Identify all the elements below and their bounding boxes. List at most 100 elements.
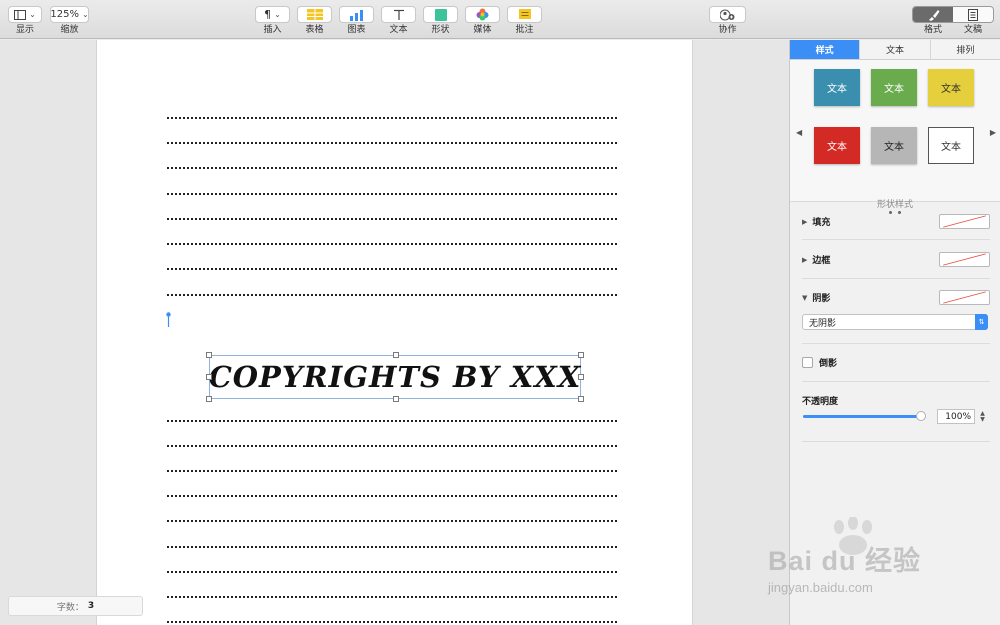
dotted-line — [167, 268, 617, 270]
comment-control[interactable]: 批注 — [507, 6, 542, 36]
chevron-down-icon: ⌄ — [29, 10, 36, 19]
style-preset[interactable]: 文本 — [814, 127, 860, 164]
document-icon — [968, 8, 978, 21]
collaborate-label: 协作 — [718, 25, 737, 35]
view-button[interactable]: ⌄ — [8, 6, 42, 23]
shape-styles-panel: ◀ ▶ 文本 文本 文本 文本 文本 文本 形状样式 — [790, 60, 1000, 214]
view-label: 显示 — [15, 25, 34, 35]
zoom-button[interactable]: 125% ⌄ — [50, 6, 89, 23]
text-control[interactable]: 文本 — [381, 6, 416, 36]
shape-styles-title: 形状样式 — [876, 200, 913, 210]
resize-handle[interactable] — [393, 396, 399, 402]
dotted-line — [167, 218, 617, 220]
style-preset[interactable]: 文本 — [871, 127, 917, 164]
fill-color-swatch[interactable] — [939, 214, 990, 229]
table-icon — [306, 9, 323, 20]
shadow-value: 无阴影 — [809, 318, 837, 329]
border-label: 边框 — [812, 256, 831, 266]
border-color-swatch[interactable] — [939, 252, 990, 267]
comment-button[interactable] — [507, 6, 542, 23]
format-label: 格式 — [923, 25, 942, 35]
chart-label: 图表 — [347, 25, 366, 35]
shape-button[interactable] — [423, 6, 458, 23]
insert-button[interactable]: ¶ ⌄ — [255, 6, 290, 23]
shape-control[interactable]: 形状 — [423, 6, 458, 36]
insert-control[interactable]: ¶ ⌄ 插入 — [255, 6, 290, 36]
next-page-arrow-icon[interactable]: ▶ — [990, 128, 996, 137]
previous-page-arrow-icon[interactable]: ◀ — [796, 128, 802, 137]
divider — [802, 278, 990, 279]
wordart-text[interactable]: COPYRIGHTS BY XXX — [209, 356, 581, 398]
opacity-stepper[interactable]: ▲ ▼ — [978, 409, 987, 424]
media-button[interactable] — [465, 6, 500, 23]
document-segment[interactable] — [953, 7, 993, 22]
dotted-line — [167, 294, 617, 296]
shadow-color-swatch[interactable] — [939, 290, 990, 305]
document-canvas[interactable]: COPYRIGHTS BY XXX — [0, 40, 789, 625]
shape-label: 形状 — [431, 25, 450, 35]
zoom-value: 125% — [50, 9, 79, 20]
format-inspector: 样式 文本 排列 ◀ ▶ 文本 文本 文本 文本 文本 文本 形状样式 ▶ 填充 … — [789, 40, 1000, 625]
resize-handle[interactable] — [578, 374, 584, 380]
comment-label: 批注 — [515, 25, 534, 35]
inspector-segmented-control[interactable] — [912, 6, 994, 23]
dotted-line — [167, 495, 617, 497]
bar-chart-icon — [349, 9, 363, 21]
collaborate-control[interactable]: 协作 — [709, 6, 746, 36]
resize-handle[interactable] — [578, 396, 584, 402]
dotted-line — [167, 193, 617, 195]
disclosure-triangle-expanded-icon[interactable]: ▼ — [802, 294, 807, 302]
collaborate-button[interactable] — [709, 6, 746, 23]
disclosure-triangle-icon[interactable]: ▶ — [802, 256, 807, 264]
reflection-checkbox[interactable] — [802, 357, 813, 368]
document-page[interactable]: COPYRIGHTS BY XXX — [96, 40, 693, 625]
zoom-label: 缩放 — [60, 25, 79, 35]
word-count-indicator[interactable]: 字数： 3 — [8, 596, 143, 616]
insert-label: 插入 — [263, 25, 282, 35]
media-control[interactable]: 媒体 — [465, 6, 500, 36]
chevron-down-icon: ⌄ — [81, 10, 89, 19]
opacity-row: 不透明度 — [802, 394, 990, 407]
divider — [802, 343, 990, 344]
dotted-line — [167, 243, 617, 245]
zoom-control[interactable]: 125% ⌄ 缩放 — [50, 6, 89, 36]
wordart-textbox[interactable]: COPYRIGHTS BY XXX — [206, 352, 584, 402]
photo-flower-icon — [476, 8, 489, 21]
resize-handle[interactable] — [206, 396, 212, 402]
tab-style[interactable]: 样式 — [790, 40, 861, 59]
chart-control[interactable]: 图表 — [339, 6, 374, 36]
style-preset[interactable]: 文本 — [871, 69, 917, 106]
popup-chevron-icon: ⇅ — [975, 314, 988, 330]
view-control[interactable]: ⌄ 显示 — [8, 6, 42, 36]
tab-text[interactable]: 文本 — [860, 40, 931, 59]
resize-handle[interactable] — [206, 352, 212, 358]
resize-handle[interactable] — [393, 352, 399, 358]
style-preset[interactable]: 文本 — [928, 127, 974, 164]
fill-row[interactable]: ▶ 填充 — [802, 214, 990, 229]
opacity-field[interactable]: 100% — [937, 409, 975, 424]
shadow-label: 阴影 — [812, 294, 831, 304]
tab-arrange[interactable]: 排列 — [930, 40, 1000, 59]
table-button[interactable] — [297, 6, 332, 23]
media-label: 媒体 — [473, 25, 492, 35]
opacity-slider-fill — [803, 415, 921, 418]
chart-button[interactable] — [339, 6, 374, 23]
dotted-line — [167, 445, 617, 447]
table-control[interactable]: 表格 — [297, 6, 332, 36]
style-preset[interactable]: 文本 — [814, 69, 860, 106]
opacity-slider[interactable] — [803, 411, 926, 421]
format-segment[interactable] — [913, 7, 953, 22]
chevron-down-icon: ⌄ — [274, 10, 281, 19]
resize-handle[interactable] — [578, 352, 584, 358]
disclosure-triangle-icon[interactable]: ▶ — [802, 218, 807, 226]
reflection-row[interactable]: 倒影 — [802, 356, 990, 369]
opacity-slider-knob[interactable] — [916, 411, 926, 421]
border-row[interactable]: ▶ 边框 — [802, 252, 990, 267]
shadow-row[interactable]: ▼ 阴影 — [802, 290, 990, 305]
shadow-popup[interactable]: 无阴影 ⇅ — [802, 314, 988, 330]
style-preset[interactable]: 文本 — [928, 69, 974, 106]
text-button[interactable] — [381, 6, 416, 23]
text-label: 文本 — [389, 25, 408, 35]
resize-handle[interactable] — [206, 374, 212, 380]
dotted-line — [167, 470, 617, 472]
